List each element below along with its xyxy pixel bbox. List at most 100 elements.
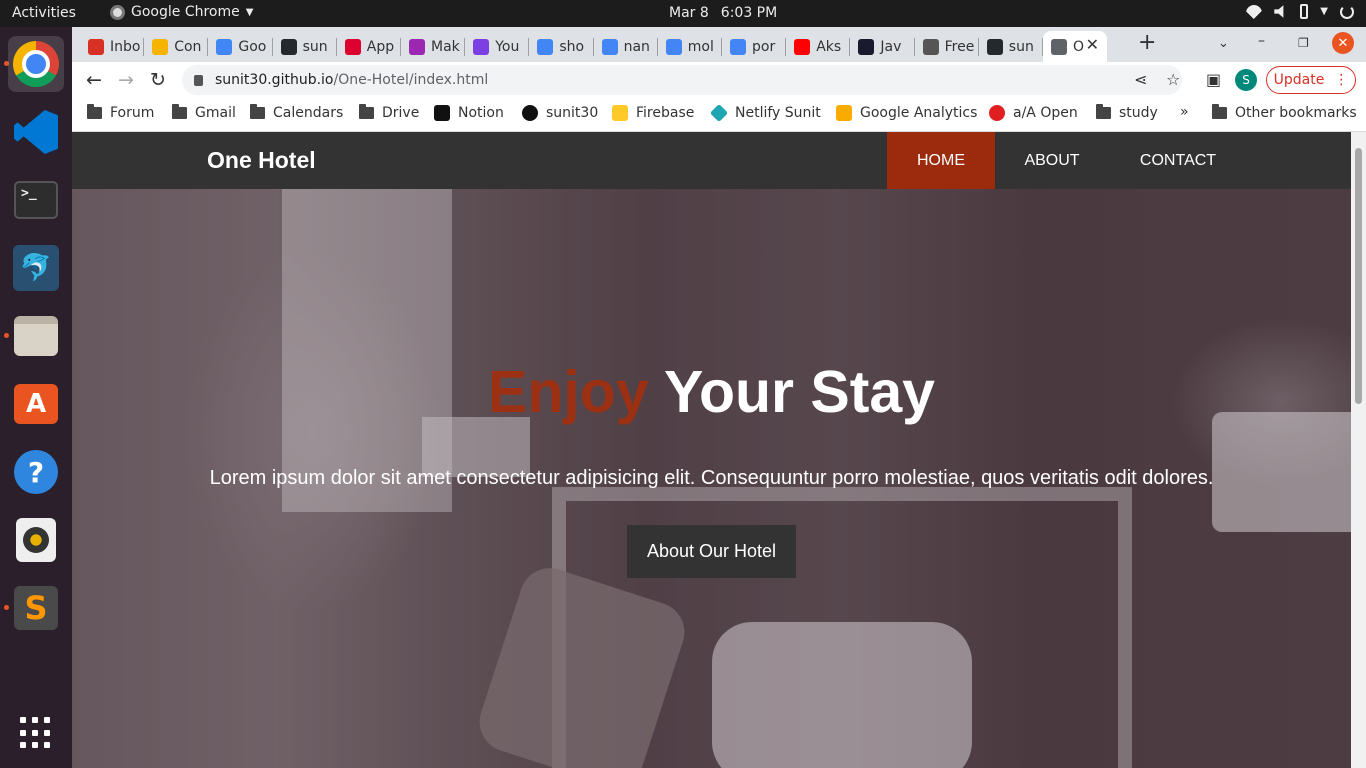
- tab[interactable]: mol: [658, 31, 722, 62]
- tab[interactable]: Jav: [850, 31, 915, 62]
- tab-search-button[interactable]: ⌄: [1218, 36, 1229, 51]
- scrollbar-thumb[interactable]: [1355, 148, 1362, 404]
- bookmark-drive[interactable]: Drive: [359, 104, 419, 121]
- page-scrollbar[interactable]: [1351, 132, 1366, 768]
- tab-favicon-icon: [88, 38, 104, 55]
- nav-about[interactable]: ABOUT: [1008, 132, 1096, 189]
- bookmark-sunit30[interactable]: sunit30: [522, 105, 598, 121]
- tab[interactable]: Free: [915, 31, 979, 62]
- bookmark-gmail[interactable]: Gmail: [172, 104, 236, 121]
- bookmark-firebase[interactable]: Firebase: [612, 105, 694, 121]
- bookmark-forum[interactable]: Forum: [87, 104, 154, 121]
- bookmark-google-analytics[interactable]: Google Analytics: [836, 105, 977, 121]
- system-tray[interactable]: ▼: [1246, 4, 1354, 19]
- clock[interactable]: Mar 8 6:03 PM: [669, 5, 777, 21]
- tab[interactable]: You: [465, 31, 530, 62]
- update-label: Update: [1273, 72, 1325, 88]
- tab-favicon-icon: [665, 38, 682, 55]
- tab[interactable]: Mak: [401, 31, 466, 62]
- dock-files[interactable]: [8, 308, 64, 364]
- netlify-icon: [709, 103, 729, 123]
- volume-icon: [1274, 5, 1284, 18]
- tab[interactable]: nan: [594, 31, 658, 62]
- firebase-icon: [612, 105, 628, 121]
- tab[interactable]: App: [337, 31, 401, 62]
- tab-favicon-icon: [986, 38, 1003, 55]
- close-tab-icon[interactable]: ✕: [1086, 35, 1099, 54]
- maximize-button[interactable]: ❐: [1298, 36, 1309, 50]
- battery-icon: [1300, 4, 1309, 19]
- tab-favicon-icon: [601, 38, 618, 55]
- tab[interactable]: por: [722, 31, 787, 62]
- tab[interactable]: Con: [144, 31, 209, 62]
- forward-button[interactable]: →: [114, 68, 138, 92]
- app-menu-label: Google Chrome: [131, 4, 240, 20]
- bookmark-a-a-open[interactable]: a/A Open: [989, 105, 1078, 121]
- tab-title: Goo: [238, 38, 267, 55]
- dock-terminal[interactable]: >_: [8, 172, 64, 228]
- files-icon: [14, 316, 58, 356]
- tab-title: O: [1073, 38, 1085, 55]
- bookmark-netlify-sunit[interactable]: Netlify Sunit: [709, 103, 821, 123]
- tab-favicon-icon: [730, 38, 746, 55]
- close-window-button[interactable]: ✕: [1332, 32, 1354, 54]
- dock-chrome[interactable]: [8, 36, 64, 92]
- other-bookmarks-label: Other bookmarks: [1235, 105, 1357, 121]
- tab[interactable]: Goo: [208, 31, 273, 62]
- dock-vscode[interactable]: [8, 104, 64, 160]
- site-brand[interactable]: One Hotel: [207, 147, 316, 174]
- tab-favicon-icon: [1051, 38, 1067, 55]
- sublime-text-icon: S: [14, 586, 58, 630]
- side-panel-icon[interactable]: ▣: [1206, 70, 1221, 89]
- bookmark-notion[interactable]: Notion: [434, 105, 504, 121]
- dock-rhythmbox[interactable]: [8, 512, 64, 568]
- dock-sublime-text[interactable]: S: [8, 580, 64, 636]
- tab-title: nan: [623, 38, 650, 55]
- bookmark-label: Firebase: [636, 105, 695, 121]
- chevron-down-icon: ▼: [245, 6, 254, 18]
- tab-strip: Inbo Con Goo sun App Mak You sho nan mol por Aks Jav…: [72, 27, 1366, 62]
- clock-time: 6:03 PM: [720, 5, 778, 21]
- tab-title: sho: [559, 38, 585, 55]
- dock-ubuntu-software[interactable]: A: [8, 376, 64, 432]
- profile-avatar[interactable]: S: [1235, 69, 1257, 91]
- bookmarks-more-button[interactable]: »: [1180, 104, 1189, 120]
- dock-help[interactable]: ?: [8, 444, 64, 500]
- address-bar[interactable]: sunit30.github.io/One-Hotel/index.html: [182, 65, 1182, 95]
- bookmark-star-icon[interactable]: ☆: [1166, 70, 1180, 89]
- tab[interactable]: sho: [529, 31, 594, 62]
- nav-contact[interactable]: CONTACT: [1124, 132, 1232, 189]
- tab[interactable]: Inbo: [80, 31, 145, 62]
- tab[interactable]: sun: [273, 31, 337, 62]
- about-hotel-button[interactable]: About Our Hotel: [627, 525, 796, 578]
- new-tab-button[interactable]: +: [1138, 30, 1156, 55]
- tab-favicon-icon: [537, 38, 554, 55]
- dock-mysql-workbench[interactable]: 🐬: [8, 240, 64, 296]
- share-icon[interactable]: ⋖: [1134, 70, 1147, 89]
- activities-button[interactable]: Activities: [12, 5, 76, 21]
- bookmark-study[interactable]: study: [1096, 104, 1158, 121]
- folder-icon: [1212, 104, 1227, 119]
- folder-icon: [87, 104, 102, 119]
- tab[interactable]: sun: [979, 31, 1043, 62]
- show-applications-button[interactable]: [8, 705, 64, 761]
- other-bookmarks[interactable]: Other bookmarks: [1212, 104, 1357, 121]
- bookmark-label: sunit30: [546, 105, 599, 121]
- tab-title: por: [752, 38, 776, 55]
- tab-active[interactable]: O ✕: [1043, 31, 1107, 62]
- wifi-icon: [1246, 4, 1263, 19]
- nav-home[interactable]: HOME: [887, 132, 995, 189]
- tab-title: You: [495, 38, 520, 55]
- bookmark-calendars[interactable]: Calendars: [250, 104, 343, 121]
- back-button[interactable]: ←: [82, 68, 106, 92]
- update-button[interactable]: Update ⋮: [1266, 66, 1356, 94]
- folder-icon: [172, 104, 187, 119]
- tab-title: Free: [944, 38, 975, 55]
- bookmark-label: a/A Open: [1013, 105, 1078, 121]
- page-viewport: Enjoy Your Stay Lorem ipsum dolor sit am…: [72, 132, 1366, 768]
- tab[interactable]: Aks: [786, 31, 851, 62]
- app-menu[interactable]: Google Chrome ▼: [110, 4, 253, 20]
- hero-title: Enjoy Your Stay: [72, 358, 1351, 426]
- reload-button[interactable]: ↻: [146, 68, 170, 92]
- minimize-button[interactable]: –: [1258, 33, 1265, 49]
